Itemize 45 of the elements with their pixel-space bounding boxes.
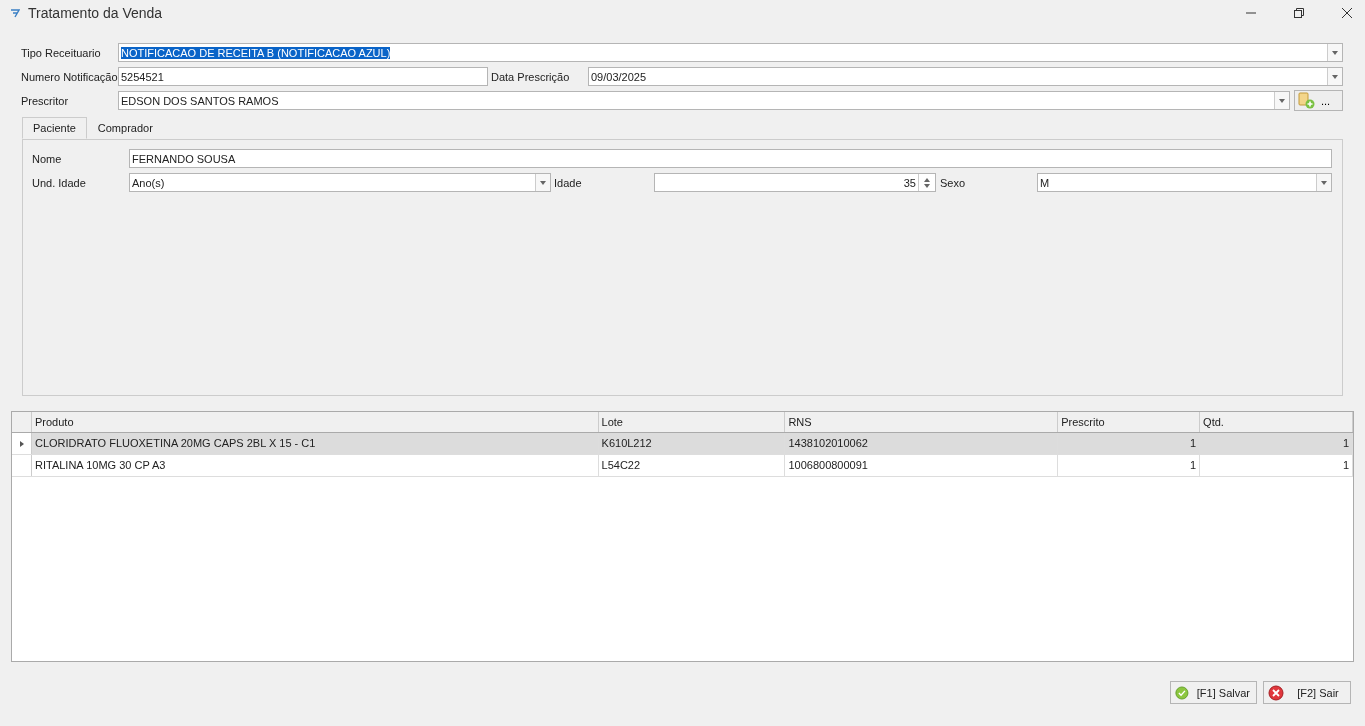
table-cell: 1 (1058, 455, 1201, 476)
field-label: Idade (553, 176, 583, 189)
field-label: Und. Idade (32, 176, 87, 189)
table-cell: 1438102010062 (785, 433, 1059, 454)
tipo-receituario-dropdown[interactable]: NOTIFICACAO DE RECEITA B (NOTIFICACAO AZUL) (118, 43, 1343, 62)
column-header[interactable]: Qtd. (1200, 412, 1353, 432)
table-cell: RITALINA 10MG 30 CP A3 (32, 455, 599, 476)
table-cell: CLORIDRATO FLUOXETINA 20MG CAPS 2BL X 15 - C1 (32, 433, 599, 454)
exit-button[interactable]: [F2] Sair (1263, 681, 1351, 704)
numero-notificacao-field[interactable]: 5254521 (118, 67, 488, 86)
prescritor-dropdown[interactable]: EDSON DOS SANTOS RAMOS (118, 91, 1290, 110)
tab[interactable]: Comprador (86, 117, 164, 139)
und-idade-dropdown[interactable]: Ano(s) (129, 173, 551, 192)
idade-spin-field[interactable]: 35 (654, 173, 936, 192)
window-title: Tratamento da Venda (28, 4, 163, 21)
field-label: Prescritor (21, 94, 70, 107)
table-cell: 1 (1200, 455, 1353, 476)
column-header[interactable]: RNS (785, 412, 1059, 432)
column-header[interactable]: Prescrito (1058, 412, 1201, 432)
sexo-dropdown[interactable]: M (1037, 173, 1332, 192)
check-icon (1175, 684, 1189, 701)
field-label: Data Prescrição (490, 70, 571, 83)
table-row[interactable]: CLORIDRATO FLUOXETINA 20MG CAPS 2BL X 15 - C1 K610L212 1438102010062 1 1 (12, 433, 1353, 455)
field-label: Nome (32, 152, 63, 165)
tab[interactable]: Paciente (22, 117, 87, 139)
save-button[interactable]: [F1] Salvar (1170, 681, 1257, 704)
table-cell: L54C22 (598, 455, 786, 476)
table-cell: 1 (1058, 433, 1201, 454)
table-cell: 1 (1200, 433, 1353, 454)
column-header[interactable]: Produto (32, 412, 599, 432)
add-prescriber-button[interactable]: ... (1294, 90, 1343, 111)
table-cell: 1006800800091 (785, 455, 1059, 476)
field-label: Tipo Receituario (21, 46, 102, 59)
close-icon (1268, 684, 1284, 701)
table-cell: K610L212 (598, 433, 786, 454)
data-prescricao-dropdown[interactable]: 09/03/2025 (588, 67, 1343, 86)
nome-field[interactable]: FERNANDO SOUSA (129, 149, 1332, 168)
field-label: Numero Notificação (21, 70, 118, 83)
restore-icon[interactable] (1293, 6, 1305, 19)
app-icon (10, 7, 20, 18)
field-label: Sexo (939, 176, 967, 189)
column-header[interactable]: Lote (598, 412, 786, 432)
table-row[interactable]: RITALINA 10MG 30 CP A3 L54C22 1006800800091 1 1 (12, 455, 1353, 477)
close-icon[interactable] (1341, 6, 1353, 19)
document-plus-icon (1297, 92, 1315, 109)
